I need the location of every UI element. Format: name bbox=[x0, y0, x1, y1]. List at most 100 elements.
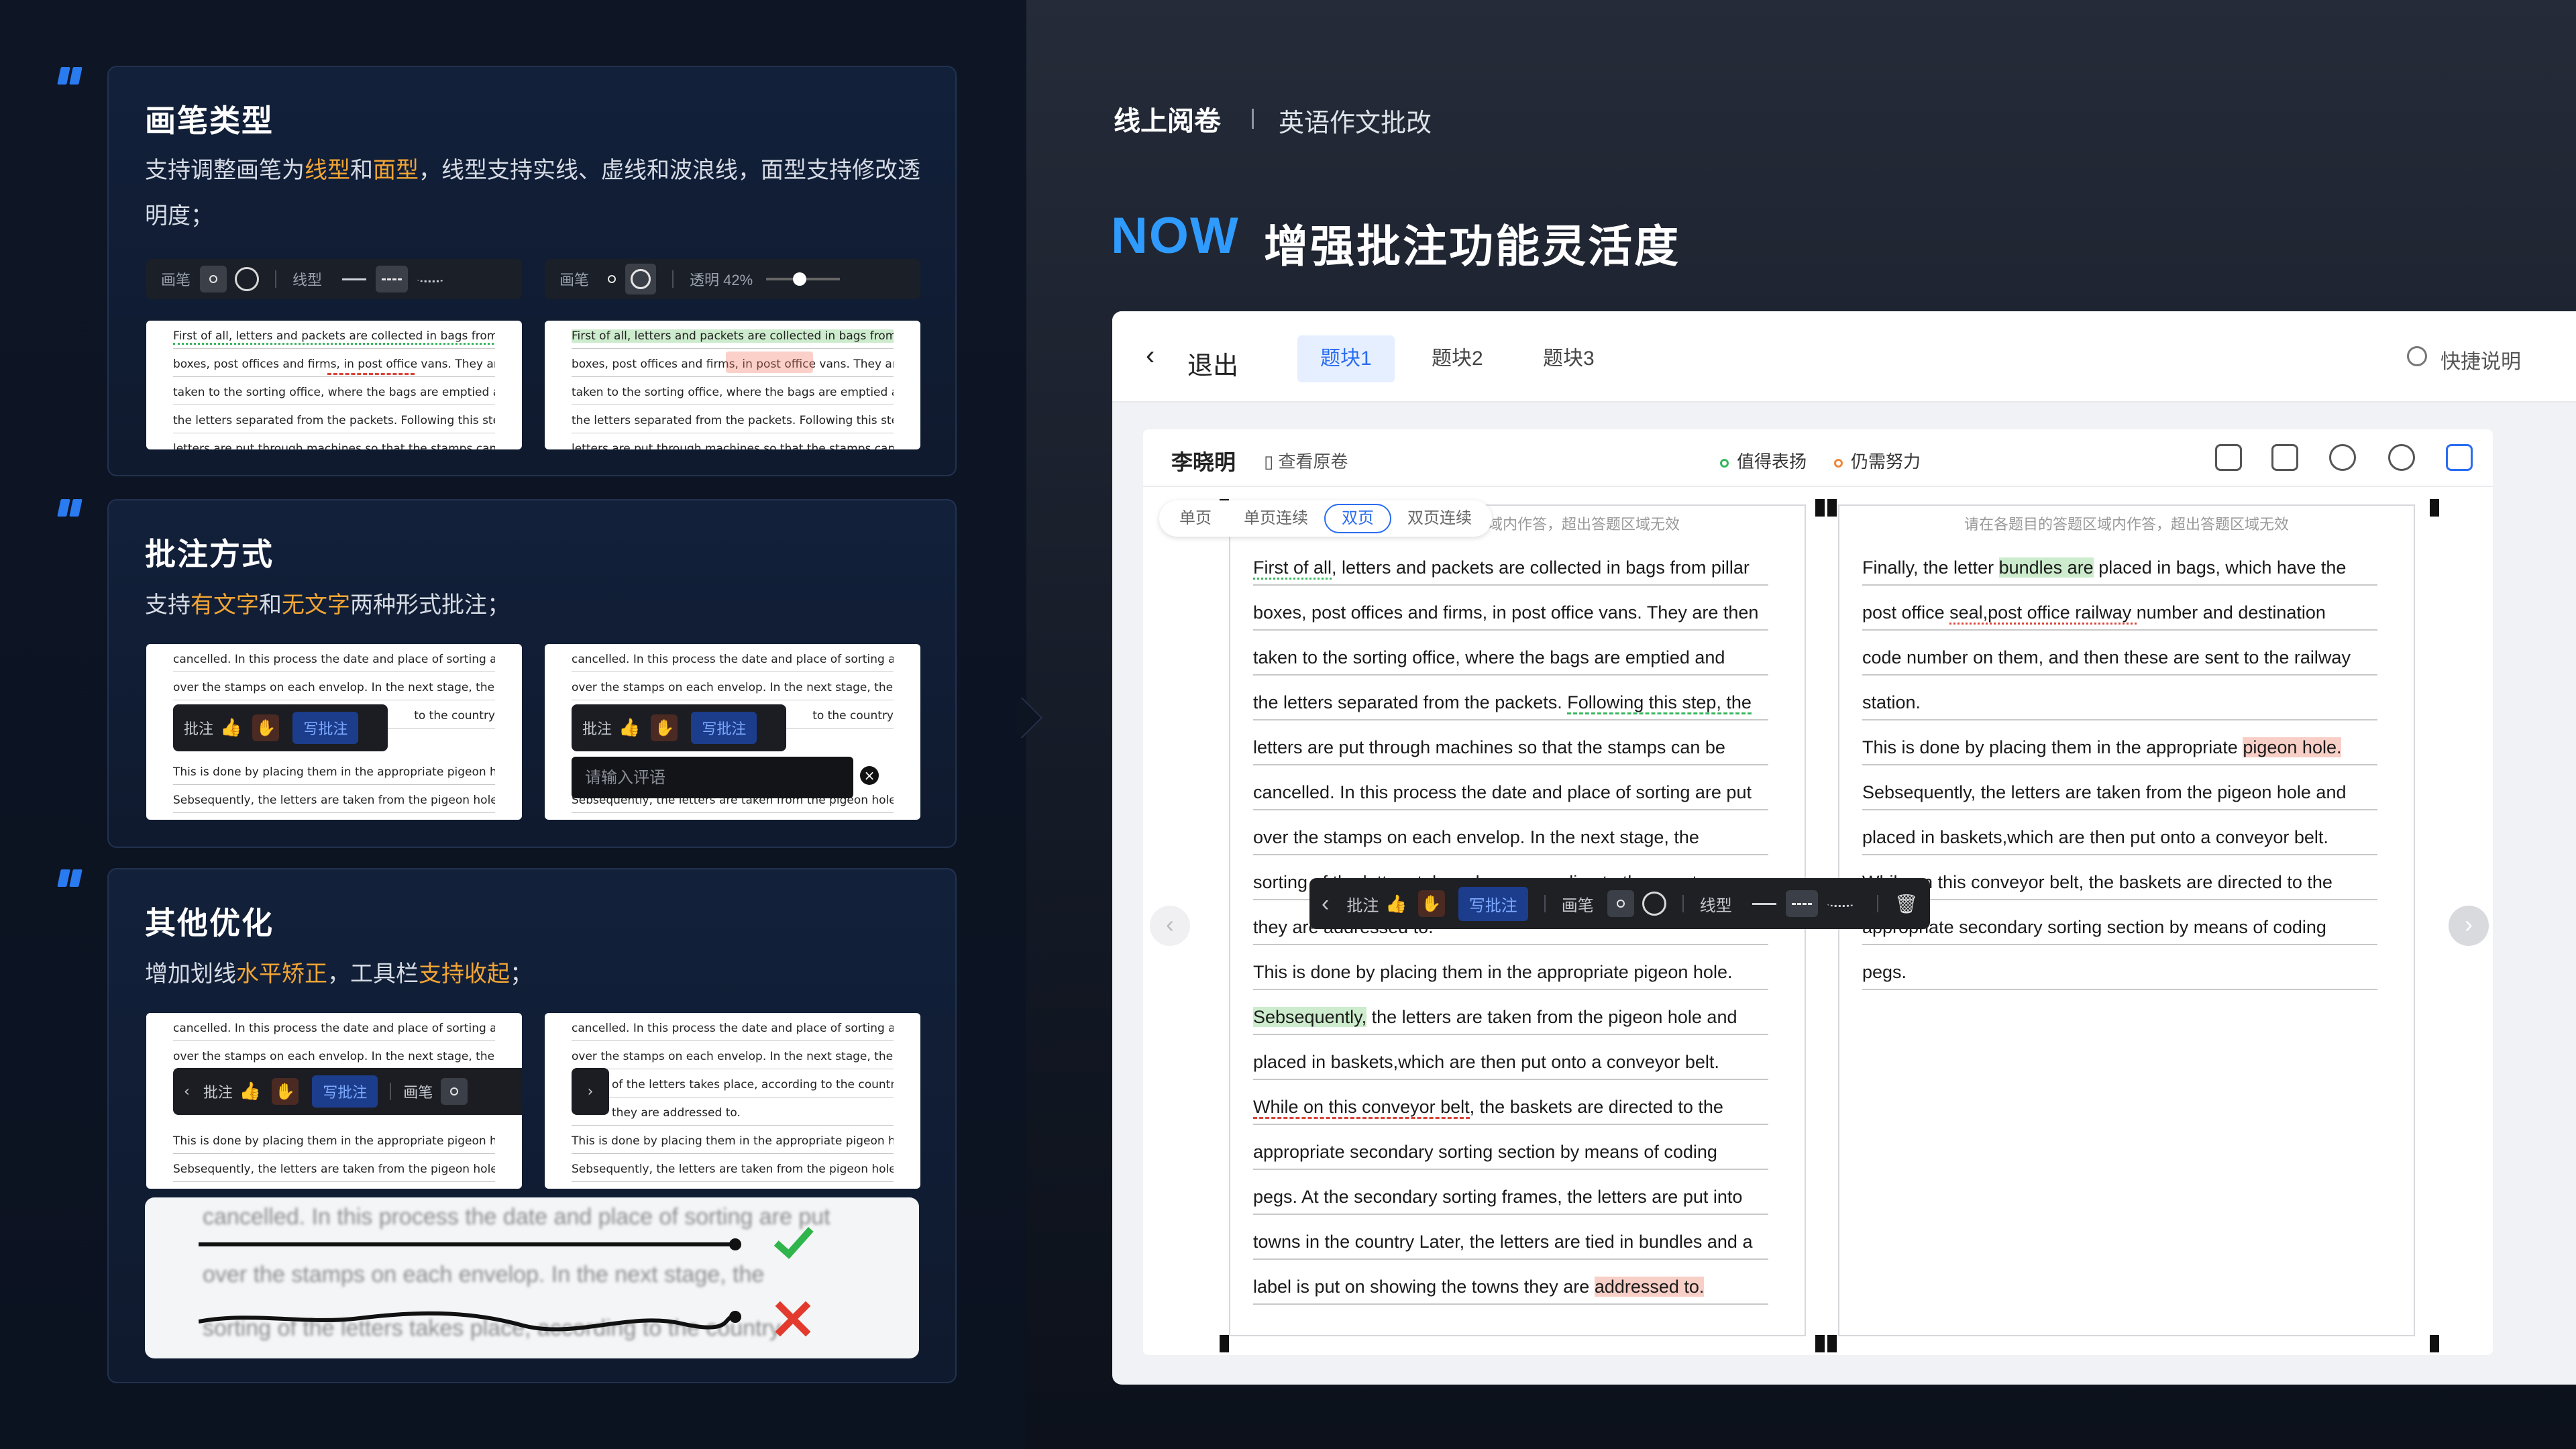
mode-double[interactable]: 双页 bbox=[1324, 504, 1391, 533]
mode-single-continuous[interactable]: 单页连续 bbox=[1228, 504, 1324, 533]
tab-block-2[interactable]: 题块2 bbox=[1409, 335, 1506, 382]
thumbs-up-icon[interactable]: 👍 bbox=[619, 718, 640, 738]
now-label: NOW bbox=[1111, 207, 1240, 264]
desc-text: 和 bbox=[350, 158, 373, 183]
pen-tool-icon[interactable] bbox=[2446, 444, 2473, 471]
popup-label: 批注 bbox=[203, 1085, 233, 1102]
thumbs-up-icon[interactable]: 👍 bbox=[1385, 894, 1407, 914]
paper-line: they are addressed to. bbox=[572, 1097, 894, 1126]
answer-line: label is put on showing the towns they a… bbox=[1253, 1260, 1768, 1305]
card-title: 其他优化 bbox=[145, 906, 274, 941]
next-page-button[interactable]: › bbox=[2449, 906, 2489, 946]
collapse-icon[interactable]: ‹ bbox=[1322, 891, 1329, 917]
rotate-left-icon[interactable] bbox=[2215, 444, 2242, 471]
popup-label: 批注 bbox=[184, 721, 214, 738]
exit-button[interactable]: 退出 bbox=[1187, 345, 1238, 382]
hand-icon[interactable]: ✋ bbox=[651, 714, 678, 741]
answer-line: letters are put through machines so that… bbox=[1253, 720, 1768, 765]
pen-size-large-button[interactable] bbox=[625, 264, 657, 294]
hand-icon[interactable]: ✋ bbox=[1417, 890, 1445, 917]
sample-paper-with-text: cancelled. In this process the date and … bbox=[545, 644, 920, 820]
annotation-mark[interactable]: While on this conveyor belt bbox=[1253, 1097, 1470, 1119]
dashed-line-button[interactable] bbox=[1785, 890, 1818, 917]
pen-size-button[interactable] bbox=[441, 1078, 468, 1105]
paper-text: First of all, letters and packets are co… bbox=[173, 329, 495, 345]
pen-size-large-button[interactable] bbox=[235, 267, 260, 291]
mode-double-continuous[interactable]: 双页连续 bbox=[1391, 504, 1488, 533]
desc-highlight: 无文字 bbox=[282, 592, 350, 618]
page-corner bbox=[1815, 1335, 1825, 1352]
paper-line: of the letters takes place, according to… bbox=[572, 1069, 894, 1097]
card-title: 画笔类型 bbox=[145, 103, 274, 138]
sample-paper-toolbar-collapsed: cancelled. In this process the date and … bbox=[545, 1013, 920, 1189]
trash-icon[interactable]: 🗑 bbox=[1894, 893, 1919, 915]
page-corner bbox=[1827, 1335, 1837, 1352]
pen-size-small-button[interactable] bbox=[1607, 890, 1634, 917]
annotation-mark[interactable]: Following this step, the bbox=[1567, 692, 1752, 714]
close-icon[interactable]: × bbox=[860, 766, 879, 785]
toolbar-label: 画笔 bbox=[1561, 896, 1594, 915]
pen-size-small-button[interactable] bbox=[200, 266, 227, 292]
tab-block-3[interactable]: 题块3 bbox=[1520, 335, 1617, 382]
wavy-line-button[interactable] bbox=[1827, 900, 1854, 907]
opacity-value: 透明 42% bbox=[690, 272, 753, 288]
solid-line-button[interactable] bbox=[342, 278, 367, 280]
help-icon[interactable] bbox=[2407, 346, 2427, 366]
write-comment-button[interactable]: 写批注 bbox=[292, 712, 359, 744]
desc-text: 支持 bbox=[145, 592, 191, 618]
annotation-mark[interactable]: bundles are bbox=[1998, 557, 2094, 578]
zoom-out-icon[interactable] bbox=[2388, 444, 2415, 471]
annotation-mark[interactable]: Sebsequently, bbox=[1253, 1007, 1367, 1027]
thumbs-up-icon[interactable]: 👍 bbox=[239, 1081, 261, 1102]
dashed-underline-mark bbox=[327, 373, 415, 375]
shortcut-help-link[interactable]: 快捷说明 bbox=[2440, 345, 2521, 374]
answer-text: number and destination bbox=[2136, 602, 2326, 623]
wavy-line-button[interactable] bbox=[417, 276, 445, 282]
comment-input[interactable]: 请输入评语 bbox=[572, 757, 853, 798]
write-comment-button[interactable]: 写批注 bbox=[1458, 886, 1528, 921]
sample-paper-area: First of all, letters and packets are co… bbox=[545, 321, 920, 449]
write-comment-button[interactable]: 写批注 bbox=[691, 712, 757, 744]
answer-line: post office seal,post office railway num… bbox=[1862, 586, 2377, 631]
answer-line: taken to the sorting office, where the b… bbox=[1253, 631, 1768, 676]
annotation-mark[interactable]: First of all bbox=[1253, 557, 1332, 580]
answer-line: code number on them, and then these are … bbox=[1862, 631, 2377, 676]
desc-text: ； bbox=[510, 961, 533, 987]
rotate-right-icon[interactable] bbox=[2271, 444, 2298, 471]
thumbs-up-icon[interactable]: 👍 bbox=[220, 718, 241, 738]
annotation-mark[interactable]: seal,post office railway bbox=[1949, 602, 2137, 625]
paper-line: over the stamps on each envelop. In the … bbox=[173, 672, 495, 700]
annotation-popup: 批注 👍 ✋ 写批注 bbox=[572, 704, 786, 751]
tab-block-1[interactable]: 题块1 bbox=[1297, 335, 1395, 382]
write-comment-button[interactable]: 写批注 bbox=[312, 1075, 378, 1108]
prev-page-button[interactable]: ‹ bbox=[1150, 906, 1190, 946]
paper-line: cancelled. In this process the date and … bbox=[173, 1013, 495, 1041]
page-mode-switcher: 单页 单页连续 双页 双页连续 bbox=[1159, 500, 1492, 537]
card-description: 支持有文字和无文字两种形式批注； bbox=[145, 582, 930, 628]
hand-icon[interactable]: ✋ bbox=[252, 714, 280, 741]
cross-icon bbox=[775, 1301, 811, 1337]
view-original-button[interactable]: ▯ 查看原卷 bbox=[1264, 448, 1348, 473]
paper-line: cancelled. In this process the date and … bbox=[572, 1013, 894, 1041]
paper-line: This is done by placing them in the appr… bbox=[173, 1126, 495, 1154]
back-icon[interactable]: ‹ bbox=[1146, 341, 1155, 371]
zoom-in-icon[interactable] bbox=[2329, 444, 2356, 471]
stroke-end bbox=[729, 1311, 741, 1323]
mode-single[interactable]: 单页 bbox=[1163, 504, 1228, 533]
hand-icon[interactable]: ✋ bbox=[272, 1078, 299, 1105]
divider bbox=[672, 270, 674, 288]
annotation-mark[interactable]: pigeon hole. bbox=[2243, 737, 2342, 757]
solid-line-button[interactable] bbox=[1752, 902, 1776, 905]
pen-size-large-button[interactable] bbox=[1642, 892, 1666, 916]
annotation-mark[interactable]: addressed to. bbox=[1594, 1277, 1705, 1297]
expand-toolbar-button[interactable]: › bbox=[572, 1068, 609, 1115]
card-description: 增加划线水平矫正，工具栏支持收起； bbox=[145, 951, 930, 997]
dashed-line-button[interactable] bbox=[376, 266, 409, 292]
floating-annotation-toolbar: ‹ 批注 👍 ✋ 写批注 画笔 线型 🗑 bbox=[1309, 878, 1931, 929]
pen-size-small-button[interactable] bbox=[598, 266, 625, 292]
collapse-icon[interactable]: ‹ bbox=[184, 1083, 190, 1100]
answer-text: label is put on showing the towns they a… bbox=[1253, 1277, 1595, 1297]
opacity-slider[interactable] bbox=[766, 272, 841, 286]
answer-text: , letters and packets are collected in b… bbox=[1332, 557, 1750, 578]
sample-paper-toolbar-expanded: cancelled. In this process the date and … bbox=[146, 1013, 522, 1189]
